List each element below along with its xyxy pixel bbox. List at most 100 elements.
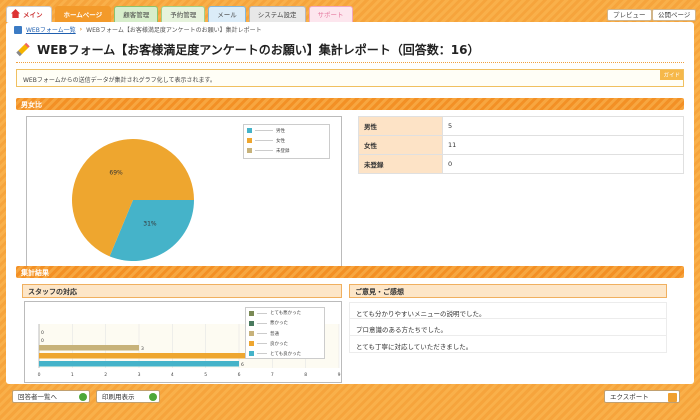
legend-label: 普通 (270, 331, 279, 337)
bar-legend-item: 普通 (246, 329, 324, 339)
legend-swatch (249, 341, 254, 347)
legend-label: 悪かった (270, 321, 288, 327)
bar-mark (39, 361, 239, 367)
legend-label: とても悪かった (270, 311, 302, 317)
gender-count: 5 (442, 116, 684, 136)
tab-label: 予約管理 (170, 11, 197, 19)
tab-label: システム設定 (257, 11, 297, 19)
staff-bar-chart: 0 1 2 3 4 5 6 7 8 9 0 0 3 6 とても悪かった 悪かった 普通 良かった とても良かった (24, 301, 342, 383)
tab-5[interactable]: システム設定 (248, 6, 306, 22)
gender-row: 未登録 0 (358, 154, 684, 174)
legend-swatch (247, 128, 252, 133)
tab-label: メール (217, 11, 237, 19)
export-button[interactable]: エクスポート (604, 390, 680, 403)
public-page-button[interactable]: 公開ページ (652, 9, 697, 21)
gender-pie-chart: 31% 69% 男性女性 未登録 (26, 116, 342, 270)
legend-swatch (249, 331, 254, 337)
bar-legend: とても悪かった 悪かった普通良かったとても良かった (245, 307, 325, 359)
x-tick-label: 3 (138, 372, 141, 378)
results-section-title: 集計結果 (21, 269, 49, 277)
bottom-action-bar: 回答者一覧へ 印刷用表示 エクスポート (0, 384, 700, 420)
breadcrumb: WEBフォーム一覧 › WEBフォーム【お客様満足度アンケートのお願い】集計レポ… (14, 25, 262, 34)
comments-heading: ご意見・ご感想 (349, 284, 667, 298)
bar-legend-item: 悪かった (246, 319, 324, 329)
form-icon (14, 25, 22, 34)
tab-1[interactable]: ホームページ (54, 6, 112, 22)
comments-list: とても分かりやすいメニューの説明でした。 プロ意識のある方たちでした。 とても丁寧に… (349, 302, 667, 353)
page-title-text: WEBフォーム【お客様満足度アンケートのお願い】集計レポート（回答数：16） (37, 43, 480, 57)
pie-legend-item: 未登録 (244, 146, 329, 155)
tab-4[interactable]: メール (208, 6, 246, 22)
x-tick-label: 5 (204, 372, 207, 378)
home-icon (11, 9, 20, 18)
info-text: WEBフォームからの送信データが集計されグラフ化して表示されます。 (23, 77, 216, 84)
x-tick-label: 1 (71, 372, 74, 378)
x-tick-label: 9 (338, 372, 341, 378)
tab-6[interactable]: サポート (308, 6, 353, 22)
gender-table: 男性 5 女性 11 未登録 0 (358, 116, 684, 174)
bar-data-label: 6 (241, 362, 244, 368)
print-view-button[interactable]: 印刷用表示 (96, 390, 160, 403)
legend-line (257, 312, 267, 314)
print-view-label: 印刷用表示 (102, 393, 135, 401)
x-tick-label: 8 (304, 372, 307, 378)
bar-mark (39, 345, 139, 351)
tab-label: 顧客管理 (123, 11, 150, 19)
tab-label: サポート (317, 11, 344, 19)
arrow-right-icon (79, 393, 87, 401)
breadcrumb-separator-icon: › (79, 26, 83, 33)
preview-button[interactable]: プレビュー (607, 9, 652, 21)
page-title: WEBフォーム【お客様満足度アンケートのお願い】集計レポート（回答数：16） (16, 41, 479, 58)
pie-data-label: 69% (109, 170, 123, 177)
comment-item: とても分かりやすいメニューの説明でした。 (349, 302, 667, 319)
staff-response-title: スタッフの対応 (28, 288, 77, 296)
legend-line (257, 322, 267, 324)
bar-legend-item: とても良かった (246, 349, 324, 359)
gender-row: 男性 5 (358, 116, 684, 136)
comments-title: ご意見・ご感想 (355, 288, 404, 296)
guide-button[interactable]: ガイド (660, 70, 683, 80)
legend-swatch (247, 148, 252, 153)
tab-3[interactable]: 予約管理 (161, 6, 206, 22)
results-section-header: 集計結果 (16, 266, 684, 278)
bar-legend-item: とても悪かった (246, 309, 324, 319)
arrow-right-icon (149, 393, 157, 401)
bar-data-label: 0 (41, 338, 44, 344)
pencil-icon (16, 42, 30, 57)
legend-label: 男性 (276, 128, 285, 134)
export-label: エクスポート (610, 393, 649, 401)
info-box: WEBフォームからの送信データが集計されグラフ化して表示されます。 ガイド (16, 69, 684, 87)
x-tick-label: 6 (238, 372, 241, 378)
pie-data-label: 31% (143, 220, 157, 227)
legend-label: とても良かった (270, 351, 302, 357)
legend-line (257, 333, 267, 335)
tab-label: ホームページ (63, 11, 103, 19)
bar-mark (39, 353, 273, 359)
tab-0[interactable]: メイン (6, 6, 52, 22)
x-tick-label: 7 (271, 372, 274, 378)
legend-swatch (249, 310, 254, 316)
legend-swatch (249, 320, 254, 326)
legend-line (255, 140, 273, 141)
title-divider (16, 62, 684, 63)
comment-item: とても丁寧に対応していただきました。 (349, 336, 667, 353)
pie-legend: 男性女性 未登録 (243, 124, 330, 159)
main-tabs: メイン ホームページ 顧客管理 予約管理 メール システム設定 サポート (6, 6, 353, 22)
gender-label: 女性 (358, 135, 443, 155)
bar-data-label: 3 (141, 346, 144, 352)
gender-label: 男性 (358, 116, 443, 136)
bar-legend-item: 良かった (246, 339, 324, 349)
x-tick-label: 2 (104, 372, 107, 378)
gender-section-header: 男女比 (16, 98, 684, 110)
breadcrumb-form-list-link[interactable]: WEBフォーム一覧 (26, 25, 76, 34)
answer-list-button[interactable]: 回答者一覧へ (12, 390, 90, 403)
gender-count: 11 (442, 135, 684, 155)
answer-list-label: 回答者一覧へ (18, 393, 57, 401)
bar-data-label: 0 (41, 330, 44, 336)
gender-row: 女性 11 (358, 135, 684, 155)
gender-section-title: 男女比 (21, 101, 42, 109)
breadcrumb-current: WEBフォーム【お客様満足度アンケートのお願い】集計レポート (86, 27, 262, 34)
content-panel: WEBフォーム一覧 › WEBフォーム【お客様満足度アンケートのお願い】集計レポ… (6, 22, 694, 384)
pie-legend-item: 女性 (244, 136, 329, 145)
tab-2[interactable]: 顧客管理 (114, 6, 159, 22)
